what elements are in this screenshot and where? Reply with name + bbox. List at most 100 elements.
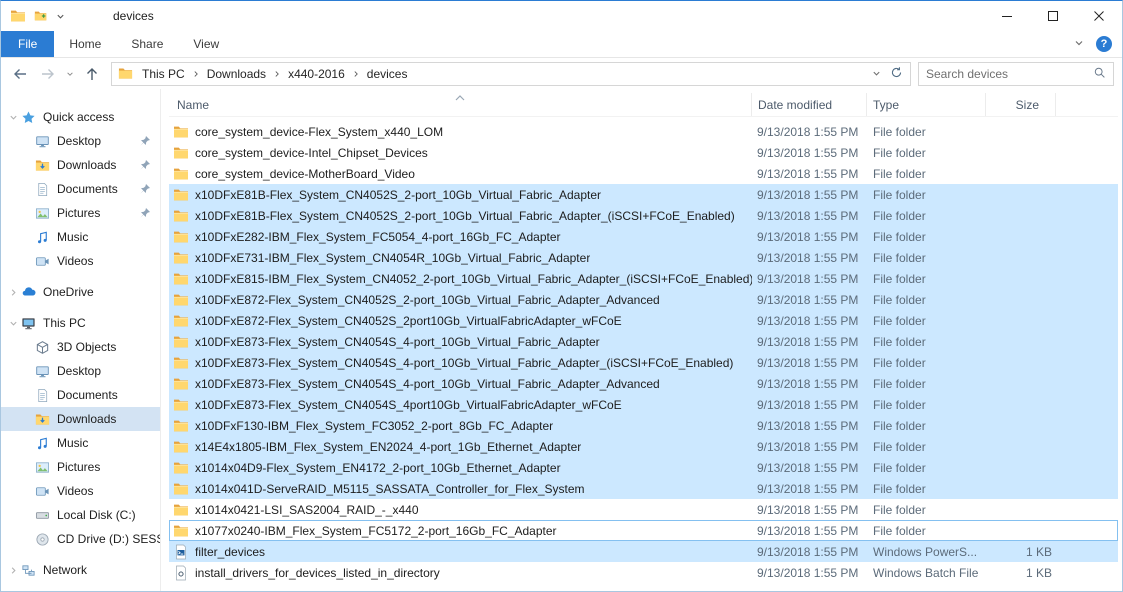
file-date-cell: 9/13/2018 1:55 PM [752,272,867,286]
file-row[interactable]: x10DFxF130-IBM_Flex_System_FC3052_2-port… [169,415,1118,436]
breadcrumb-separator-icon[interactable] [352,70,360,78]
qat-dropdown-icon[interactable] [56,12,65,21]
file-type-cell: File folder [867,314,986,328]
address-dropdown-icon[interactable] [872,67,881,81]
file-row[interactable]: x1077x0240-IBM_Flex_System_FC5172_2-port… [169,520,1118,541]
breadcrumb-segment[interactable]: devices [360,67,415,81]
tab-file[interactable]: File [1,31,54,57]
file-row[interactable]: x10DFxE282-IBM_Flex_System_FC5054_4-port… [169,226,1118,247]
refresh-icon[interactable] [890,66,903,82]
sidebar-item-desktop[interactable]: Desktop [1,359,160,383]
file-row[interactable]: core_system_device-MotherBoard_Video9/13… [169,163,1118,184]
file-row[interactable]: x14E4x1805-IBM_Flex_System_EN2024_4-port… [169,436,1118,457]
file-row[interactable]: x10DFxE872-Flex_System_CN4052S_2-port_10… [169,289,1118,310]
file-name-cell: x10DFxF130-IBM_Flex_System_FC3052_2-port… [169,418,752,434]
sidebar-item-documents[interactable]: Documents [1,383,160,407]
sidebar-item-this-pc[interactable]: This PC [1,311,160,335]
file-name-cell: x1014x041D-ServeRAID_M5115_SASSATA_Contr… [169,481,752,497]
minimize-button[interactable] [984,2,1030,31]
recent-locations-icon[interactable] [63,61,77,87]
forward-button[interactable] [35,61,61,87]
sidebar-item-network[interactable]: Network [1,558,160,582]
up-button[interactable] [79,61,105,87]
sidebar-item-downloads[interactable]: Downloads [1,407,160,431]
sidebar-item-local-disk-c[interactable]: Local Disk (C:) [1,503,160,527]
search-input[interactable] [926,67,1093,81]
tab-view[interactable]: View [178,31,234,57]
breadcrumb-segment[interactable]: x440-2016 [281,67,352,81]
file-name-cell: core_system_device-MotherBoard_Video [169,166,752,182]
folder-icon [173,250,189,266]
sidebar-item-onedrive[interactable]: OneDrive [1,280,160,304]
chevron-right-icon[interactable] [6,288,21,297]
chevron-right-icon[interactable] [6,566,21,575]
file-row[interactable]: core_system_device-Flex_System_x440_LOM9… [169,121,1118,142]
column-header-filler [1056,93,1118,116]
breadcrumb-segment[interactable]: Downloads [200,67,273,81]
file-row[interactable]: x1014x0421-LSI_SAS2004_RAID_-_x4409/13/2… [169,499,1118,520]
column-header-type[interactable]: Type [867,93,986,116]
search-box[interactable] [918,62,1114,86]
file-date-cell: 9/13/2018 1:55 PM [752,482,867,496]
column-header-size[interactable]: Size [986,93,1056,116]
breadcrumb-segment[interactable]: This PC [135,67,192,81]
sort-ascending-icon[interactable] [453,90,467,104]
expand-ribbon-icon[interactable] [1074,37,1084,51]
file-row[interactable]: core_system_device-Intel_Chipset_Devices… [169,142,1118,163]
sidebar-item-videos[interactable]: Videos [1,249,160,273]
tab-home[interactable]: Home [54,31,116,57]
sidebar-item-3d-objects[interactable]: 3D Objects [1,335,160,359]
address-bar[interactable]: This PC Downloads x440-2016 devices [111,62,911,86]
file-name-cell: x10DFxE282-IBM_Flex_System_FC5054_4-port… [169,229,752,245]
file-date-cell: 9/13/2018 1:55 PM [752,314,867,328]
file-date-cell: 9/13/2018 1:55 PM [752,356,867,370]
file-date-cell: 9/13/2018 1:55 PM [752,377,867,391]
folder-icon [173,292,189,308]
sidebar-item-pictures[interactable]: Pictures [1,455,160,479]
search-icon[interactable] [1093,66,1106,82]
file-row[interactable]: x10DFxE873-Flex_System_CN4054S_4-port_10… [169,373,1118,394]
sidebar-item-documents[interactable]: Documents [1,177,160,201]
maximize-button[interactable] [1030,2,1076,31]
help-button[interactable]: ? [1096,36,1112,52]
sidebar-item-desktop[interactable]: Desktop [1,129,160,153]
file-row[interactable]: x10DFxE873-Flex_System_CN4054S_4-port_10… [169,352,1118,373]
sidebar-item-downloads[interactable]: Downloads [1,153,160,177]
file-row[interactable]: x10DFxE81B-Flex_System_CN4052S_2-port_10… [169,184,1118,205]
file-name: x10DFxE873-Flex_System_CN4054S_4-port_10… [195,356,733,370]
tab-share[interactable]: Share [116,31,178,57]
chevron-down-icon[interactable] [6,319,21,328]
file-row[interactable]: filter_devices9/13/2018 1:55 PMWindows P… [169,541,1118,562]
sidebar-item-videos[interactable]: Videos [1,479,160,503]
breadcrumb-separator-icon[interactable] [273,70,281,78]
sidebar-item-music[interactable]: Music [1,431,160,455]
sidebar-item-pictures[interactable]: Pictures [1,201,160,225]
file-row[interactable]: x10DFxE872-Flex_System_CN4052S_2port10Gb… [169,310,1118,331]
column-header-date-modified[interactable]: Date modified [752,93,867,116]
file-row[interactable]: x10DFxE81B-Flex_System_CN4052S_2-port_10… [169,205,1118,226]
sidebar-item-quick-access[interactable]: Quick access [1,105,160,129]
onedrive-icon [21,284,38,300]
file-row[interactable]: x10DFxE873-Flex_System_CN4054S_4-port_10… [169,331,1118,352]
sidebar-item-label: Music [57,436,88,450]
chevron-down-icon[interactable] [6,113,21,122]
file-date-cell: 9/13/2018 1:55 PM [752,293,867,307]
music-icon [35,230,52,245]
file-name: x10DFxE81B-Flex_System_CN4052S_2-port_10… [195,209,735,223]
breadcrumb-separator-icon[interactable] [192,70,200,78]
file-name-cell: x1014x04D9-Flex_System_EN4172_2-port_10G… [169,460,752,476]
file-name-cell: core_system_device-Flex_System_x440_LOM [169,124,752,140]
sidebar-item-music[interactable]: Music [1,225,160,249]
back-button[interactable] [7,61,33,87]
sidebar-item-cd-drive-d-sess-x[interactable]: CD Drive (D:) SESS_X [1,527,160,551]
file-row[interactable]: x10DFxE873-Flex_System_CN4054S_4port10Gb… [169,394,1118,415]
qat-new-folder-icon[interactable] [34,9,48,23]
file-row[interactable]: x1014x041D-ServeRAID_M5115_SASSATA_Contr… [169,478,1118,499]
close-button[interactable] [1076,2,1122,31]
file-row[interactable]: x10DFxE815-IBM_Flex_System_CN4052_2-port… [169,268,1118,289]
file-row[interactable]: install_drivers_for_devices_listed_in_di… [169,562,1118,583]
file-name: x10DFxE282-IBM_Flex_System_FC5054_4-port… [195,230,561,244]
file-row[interactable]: x1014x04D9-Flex_System_EN4172_2-port_10G… [169,457,1118,478]
file-row[interactable]: x10DFxE731-IBM_Flex_System_CN4054R_10Gb_… [169,247,1118,268]
file-date-cell: 9/13/2018 1:55 PM [752,251,867,265]
